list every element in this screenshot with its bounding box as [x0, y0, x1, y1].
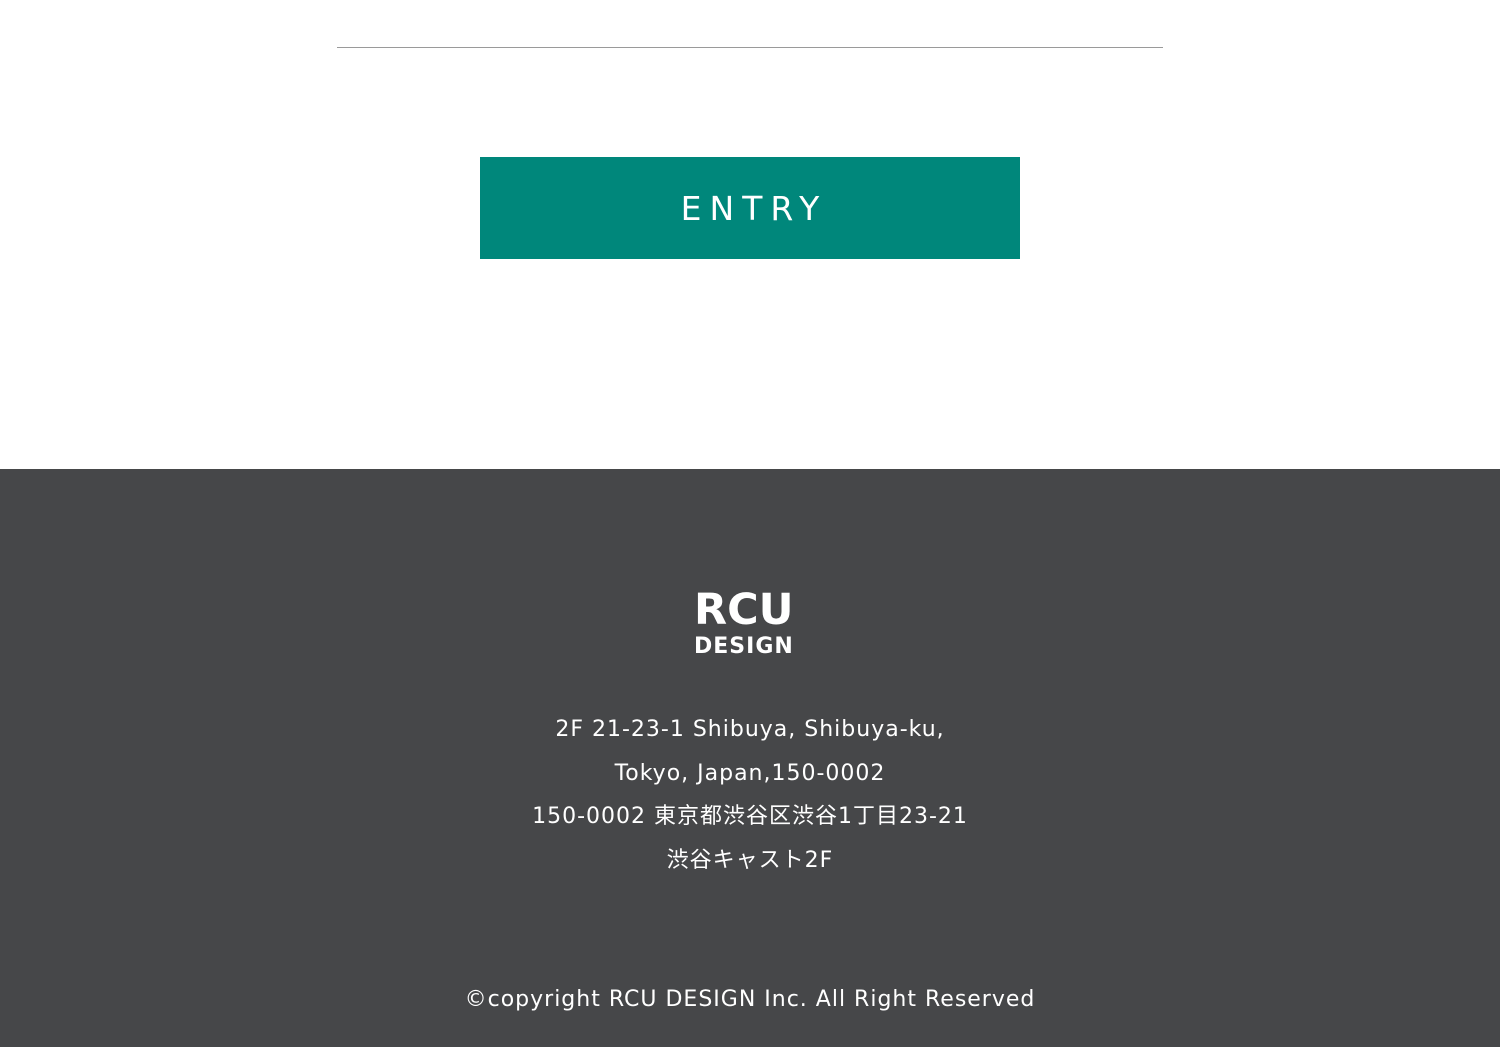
page: ENTRY RCU DESIGN 2F 21-23-1 Shibuya, Shi… — [0, 0, 1500, 1047]
content-section: ENTRY — [0, 0, 1500, 469]
address-line-4: 渋谷キャスト2F — [666, 847, 834, 873]
footer-address: 2F 21-23-1 Shibuya, Shibuya-ku, Tokyo, J… — [400, 708, 1100, 882]
address-line-3: 150-0002 東京都渋谷区渋谷1丁目23-21 — [532, 804, 968, 829]
divider-line — [337, 47, 1163, 48]
copyright-text: ©copyright RCU DESIGN Inc. All Right Res… — [464, 987, 1036, 1012]
address-line-2: Tokyo, Japan,150-0002 — [614, 760, 886, 786]
footer-logo[interactable]: RCU DESIGN — [694, 587, 808, 659]
entry-button[interactable]: ENTRY — [480, 157, 1020, 259]
address-line-1: 2F 21-23-1 Shibuya, Shibuya-ku, — [555, 717, 945, 742]
logo-text-design: DESIGN — [694, 634, 794, 659]
site-footer: RCU DESIGN 2F 21-23-1 Shibuya, Shibuya-k… — [0, 469, 1500, 1047]
logo-text-rcu: RCU — [694, 585, 794, 635]
